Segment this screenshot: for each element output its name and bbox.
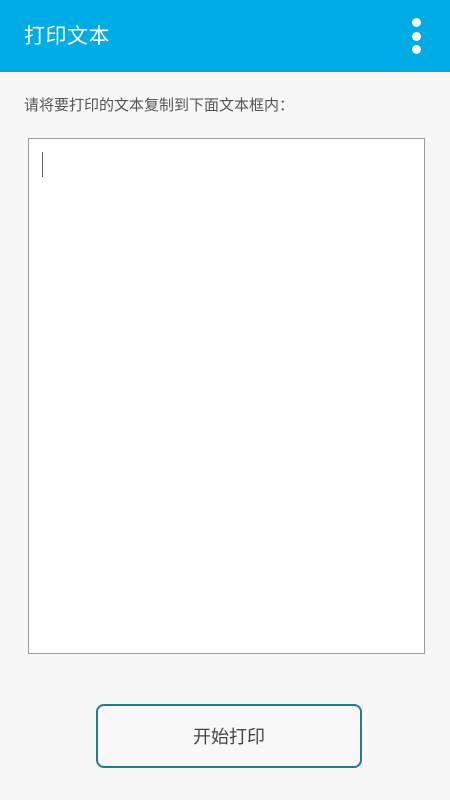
menu-dot [411,31,421,41]
text-cursor [42,152,43,177]
page-title: 打印文本 [24,24,110,48]
menu-dot [411,45,421,54]
more-vertical-icon[interactable] [404,14,428,58]
start-print-button[interactable]: 开始打印 [96,704,362,768]
menu-dot [411,18,421,27]
print-text-input[interactable] [28,138,425,654]
instruction-label: 请将要打印的文本复制到下面文本框内： [24,96,295,114]
app-bar: 打印文本 [0,0,450,72]
